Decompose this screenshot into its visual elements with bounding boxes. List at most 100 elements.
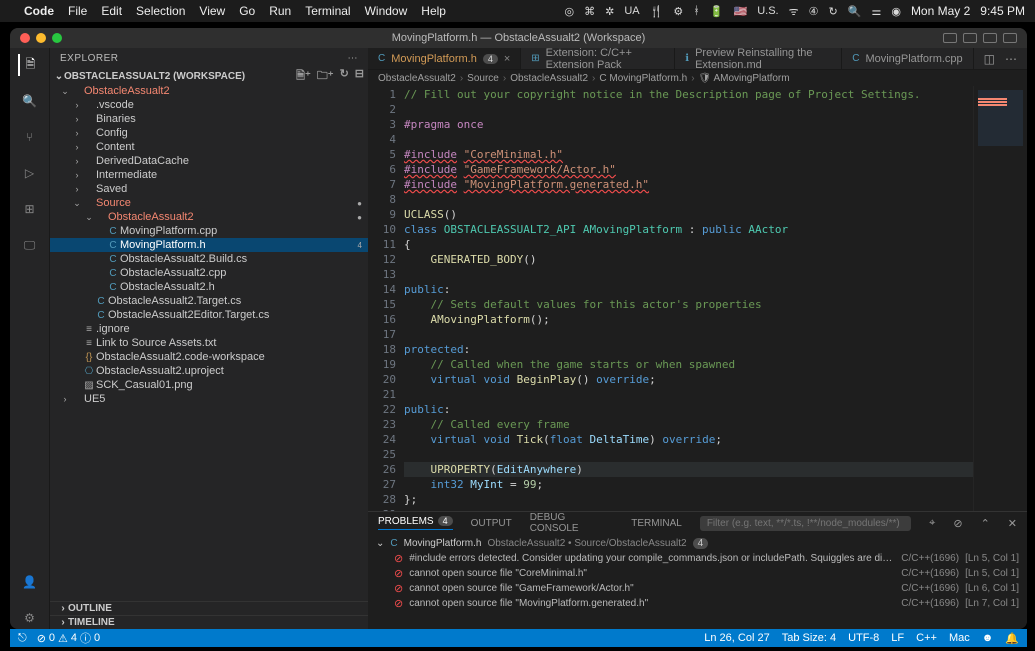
tree-file[interactable]: CMovingPlatform.cpp (50, 224, 368, 238)
layout-right-icon[interactable] (983, 33, 997, 43)
problem-row[interactable]: ⊘cannot open source file "MovingPlatform… (376, 596, 1019, 611)
menu-file[interactable]: File (68, 4, 87, 18)
problem-row[interactable]: ⊘cannot open source file "CoreMinimal.h"… (376, 566, 1019, 581)
minimap[interactable] (973, 86, 1027, 511)
tray-ua[interactable]: UA (624, 5, 639, 17)
menu-go[interactable]: Go (239, 4, 255, 18)
status-feedback-icon[interactable]: ☻ (982, 632, 994, 645)
close-window-button[interactable] (20, 33, 30, 43)
activity-accounts-icon[interactable]: 👤 (19, 571, 41, 593)
code-editor[interactable]: // Fill out your copyright notice in the… (404, 86, 973, 511)
activity-run-icon[interactable]: ▷ (19, 162, 41, 184)
chevron-right-icon[interactable]: › (58, 603, 68, 614)
problems-file-name[interactable]: MovingPlatform.h (404, 538, 482, 549)
menu-run[interactable]: Run (269, 4, 291, 18)
breadcrumb-segment[interactable]: ObstacleAssualt2 (378, 73, 456, 84)
menu-selection[interactable]: Selection (136, 4, 185, 18)
zoom-window-button[interactable] (52, 33, 62, 43)
editor-tab[interactable]: CMovingPlatform.cpp (842, 48, 973, 69)
editor-tab[interactable]: ℹPreview Reinstalling the Extension.md (675, 48, 842, 69)
workspace-name[interactable]: OBSTACLEASSUALT2 (WORKSPACE) (64, 71, 245, 82)
problem-row[interactable]: ⊘cannot open source file "GameFramework/… (376, 581, 1019, 596)
menu-edit[interactable]: Edit (101, 4, 122, 18)
status-bell-icon[interactable]: 🔔 (1005, 632, 1019, 645)
explorer-more-icon[interactable]: ⋯ (348, 53, 359, 64)
tree-file[interactable]: CObstacleAssualt2.Target.cs (50, 294, 368, 308)
new-folder-icon[interactable]: 🗀⁺ (317, 67, 334, 86)
sync-icon[interactable]: ↻ (829, 5, 838, 18)
menu-help[interactable]: Help (421, 4, 446, 18)
tree-file[interactable]: CObstacleAssualt2Editor.Target.cs (50, 308, 368, 322)
menu-terminal[interactable]: Terminal (305, 4, 350, 18)
minimize-window-button[interactable] (36, 33, 46, 43)
tree-folder[interactable]: ›.vscode (50, 98, 368, 112)
menubar-time[interactable]: 9:45 PM (980, 4, 1025, 18)
menubar-date[interactable]: Mon May 2 (911, 4, 970, 18)
status-cursor[interactable]: Ln 26, Col 27 (704, 632, 769, 645)
tree-folder[interactable]: ›Binaries (50, 112, 368, 126)
tree-file[interactable]: ▨SCK_Casual01.png (50, 378, 368, 392)
tree-folder[interactable]: ›Content (50, 140, 368, 154)
input-locale[interactable]: U.S. (757, 5, 778, 17)
activity-search-icon[interactable]: 🔍 (19, 90, 41, 112)
breadcrumb-segment[interactable]: Source (467, 73, 499, 84)
tray-icon[interactable]: 🍴 (650, 5, 664, 18)
tree-file[interactable]: CMovingPlatform.h4 (50, 238, 368, 252)
outline-section[interactable]: OUTLINE (68, 603, 112, 614)
tree-file[interactable]: ≡.ignore (50, 322, 368, 336)
tray-icon[interactable]: ⚙ (673, 5, 683, 18)
clock-icon[interactable]: ④ (809, 5, 819, 18)
breadcrumb-segment[interactable]: 🛡 AMovingPlatform (699, 73, 790, 84)
wifi-icon[interactable]: ᯤ (789, 4, 799, 19)
tree-folder[interactable]: ›Intermediate (50, 168, 368, 182)
collapse-all-icon[interactable]: ⊟ (355, 67, 364, 86)
chevron-down-icon[interactable]: ⌄ (54, 71, 64, 82)
editor-tab[interactable]: CMovingPlatform.h4× (368, 48, 521, 69)
menu-view[interactable]: View (199, 4, 225, 18)
tray-icon[interactable]: ◎ (565, 5, 575, 18)
status-eol[interactable]: LF (891, 632, 904, 645)
problem-row[interactable]: ⊘#include errors detected. Consider upda… (376, 551, 1019, 566)
chevron-right-icon[interactable]: › (58, 617, 68, 628)
app-name[interactable]: Code (24, 4, 54, 18)
status-encoding[interactable]: UTF-8 (848, 632, 879, 645)
layout-left-icon[interactable] (943, 33, 957, 43)
close-panel-icon[interactable]: ✕ (1008, 517, 1017, 530)
status-platform[interactable]: Mac (949, 632, 970, 645)
timeline-section[interactable]: TIMELINE (68, 617, 115, 628)
tree-file[interactable]: CObstacleAssualt2.cpp (50, 266, 368, 280)
tree-folder[interactable]: ›DerivedDataCache (50, 154, 368, 168)
new-file-icon[interactable]: 🗎⁺ (296, 67, 311, 86)
tree-folder[interactable]: ⌄ObstacleAssualt2● (50, 210, 368, 224)
activity-settings-icon[interactable]: ⚙ (19, 607, 41, 629)
tree-file[interactable]: ⎔ObstacleAssualt2.uproject (50, 364, 368, 378)
split-editor-icon[interactable]: ◫ (984, 52, 995, 66)
tree-folder[interactable]: ›UE5 (50, 392, 368, 406)
tree-file[interactable]: CObstacleAssualt2.Build.cs (50, 252, 368, 266)
layout-customize-icon[interactable] (1003, 33, 1017, 43)
tab-more-icon[interactable]: ⋯ (1005, 52, 1017, 66)
activity-extensions-icon[interactable]: ⊞ (19, 198, 41, 220)
tree-file[interactable]: {}ObstacleAssualt2.code-workspace (50, 350, 368, 364)
refresh-icon[interactable]: ↻ (340, 67, 349, 86)
activity-explorer-icon[interactable]: 🗎 (18, 54, 40, 76)
activity-remote-icon[interactable]: 🖵 (19, 234, 41, 256)
tree-folder[interactable]: ⌄ObstacleAssualt2 (50, 84, 368, 98)
status-language[interactable]: C++ (916, 632, 937, 645)
spotlight-icon[interactable]: 🔍 (848, 5, 862, 18)
siri-icon[interactable]: ◉ (891, 5, 901, 18)
tab-close-icon[interactable]: × (504, 53, 510, 65)
bluetooth-icon[interactable]: ᚼ (693, 5, 700, 17)
tree-folder[interactable]: ⌄Source● (50, 196, 368, 210)
breadcrumb[interactable]: ObstacleAssualt2›Source›ObstacleAssualt2… (368, 70, 1027, 86)
status-problems[interactable]: ⊘0 ⚠4 ⓘ0 (37, 630, 100, 646)
editor-tab[interactable]: ⊞Extension: C/C++ Extension Pack (521, 48, 675, 69)
breadcrumb-segment[interactable]: C MovingPlatform.h (599, 73, 687, 84)
tree-folder[interactable]: ›Config (50, 126, 368, 140)
tray-icon[interactable]: ✲ (605, 5, 614, 18)
chevron-down-icon[interactable]: ⌄ (376, 538, 384, 549)
status-remote[interactable]: ⎋ (18, 630, 27, 646)
menu-window[interactable]: Window (365, 4, 408, 18)
battery-icon[interactable]: 🔋 (710, 5, 724, 18)
status-indent[interactable]: Tab Size: 4 (782, 632, 836, 645)
